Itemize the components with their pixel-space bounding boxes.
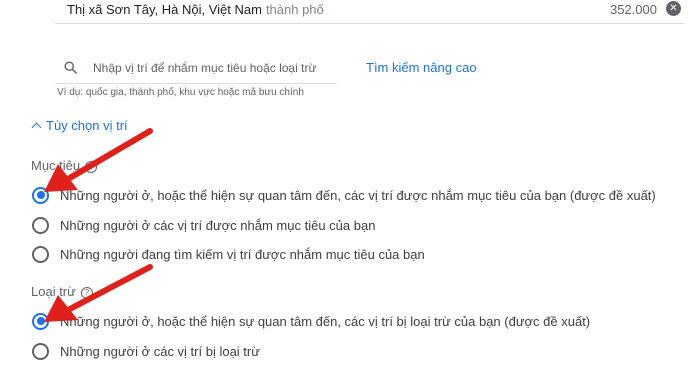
exclude-option-1[interactable]: Những người ở, hoặc thể hiện sự quan tâm… <box>32 311 590 331</box>
chevron-up-icon <box>31 122 42 133</box>
selected-location-row: Thị xã Sơn Tây, Hà Nội, Việt Nam thành ph… <box>55 0 685 24</box>
target-option-3[interactable]: Những người đang tìm kiếm vị trí được nh… <box>32 244 425 264</box>
radio-button[interactable] <box>32 216 49 234</box>
location-reach: 352.000 <box>610 2 657 17</box>
location-name: Thị xã Sơn Tây, Hà Nội, Việt Nam thành ph… <box>67 2 324 17</box>
target-option-2[interactable]: Những người ở các vị trí được nhắm mục t… <box>32 215 375 235</box>
close-circle-icon[interactable]: ✕ <box>666 1 681 16</box>
exclude-option-2[interactable]: Những người ở các vị trí bị loại trừ <box>32 341 260 361</box>
radio-button[interactable] <box>32 245 49 263</box>
search-input[interactable] <box>93 58 333 78</box>
location-type: thành phố <box>265 2 324 17</box>
location-search <box>55 52 337 84</box>
target-option-2-label: Những người ở các vị trí được nhắm mục t… <box>60 217 376 233</box>
radio-button[interactable] <box>32 342 49 360</box>
radio-button-selected[interactable] <box>32 186 49 204</box>
exclude-option-2-label: Những người ở các vị trí bị loại trừ <box>60 343 260 359</box>
help-icon[interactable]: ? <box>85 161 98 173</box>
search-icon <box>64 61 77 74</box>
target-section-label: Mục tiêu? <box>31 158 98 173</box>
help-icon[interactable]: ? <box>80 287 93 299</box>
location-options-toggle[interactable]: Tùy chọn vị trí <box>31 118 128 133</box>
target-option-1-label: Những người ở, hoặc thể hiện sự quan tâm… <box>60 187 656 203</box>
advanced-search-link[interactable]: Tìm kiếm nâng cao <box>366 60 477 75</box>
target-option-1[interactable]: Những người ở, hoặc thể hiện sự quan tâm… <box>32 185 656 205</box>
target-option-3-label: Những người đang tìm kiếm vị trí được nh… <box>60 246 425 262</box>
radio-button-selected[interactable] <box>32 312 49 330</box>
exclude-section-label: Loại trừ? <box>31 284 93 299</box>
search-hint: Ví dụ: quốc gia, thành phố, khu vực hoặc… <box>57 87 304 98</box>
location-options-label: Tùy chọn vị trí <box>46 118 128 133</box>
exclude-option-1-label: Những người ở, hoặc thể hiện sự quan tâm… <box>60 313 591 329</box>
